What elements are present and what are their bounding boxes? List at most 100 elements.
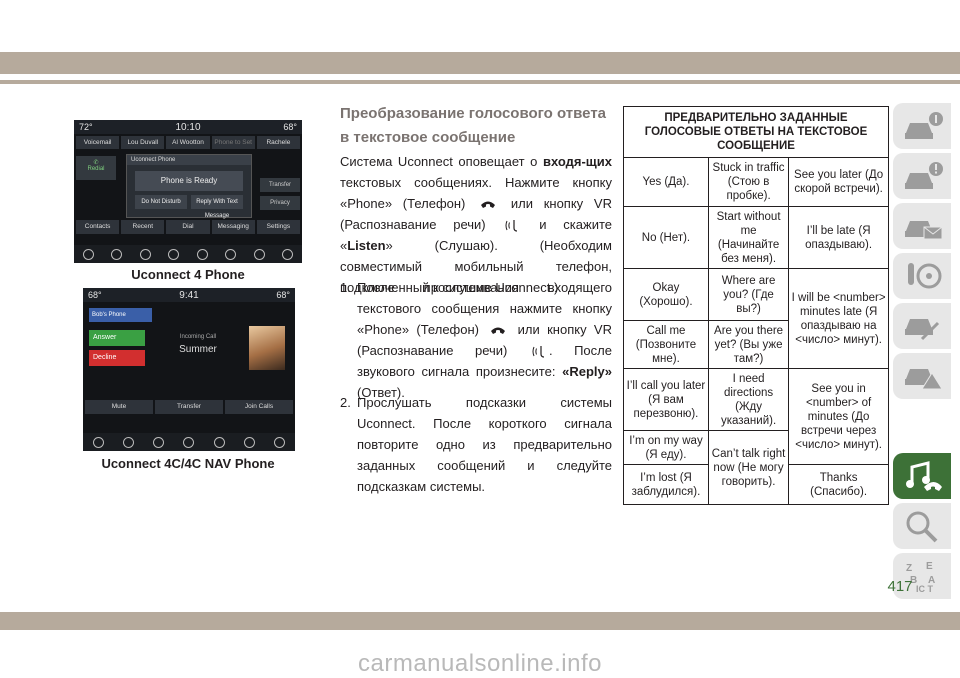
tab-tools[interactable] xyxy=(893,303,951,349)
voice-recognition-icon xyxy=(505,220,518,232)
temp-right: 68° xyxy=(283,122,297,132)
incoming-label: Incoming Call xyxy=(179,334,217,340)
tab-search[interactable] xyxy=(893,503,951,549)
join-calls-button: Join Calls xyxy=(225,400,293,414)
nav-icon xyxy=(213,436,225,448)
tab-keys[interactable] xyxy=(893,253,951,299)
popup-header: Uconnect Phone xyxy=(127,155,251,165)
header-band xyxy=(0,52,960,74)
phone-icon xyxy=(253,248,265,260)
transfer-button: Transfer xyxy=(260,178,300,192)
climate-icon xyxy=(139,248,151,260)
settings-icon xyxy=(274,436,286,448)
settings-button: Settings xyxy=(256,220,301,234)
svg-text:Z: Z xyxy=(906,563,912,574)
table-cell: Call me (Позвоните мне). xyxy=(623,320,709,369)
listen-command: Listen xyxy=(347,238,386,253)
contact-label: Bob's Phone xyxy=(89,308,152,322)
car-mail-icon xyxy=(905,221,943,240)
nav-icon xyxy=(225,248,237,260)
chip: Lou Duvall xyxy=(121,136,165,149)
step-1: 1. После прослушивания входящего текстов… xyxy=(340,277,612,403)
car-triangle-icon xyxy=(905,369,943,390)
popup-ready: Phone is Ready xyxy=(135,171,243,191)
table-cell: Where are you? (Где вы?) xyxy=(707,268,790,321)
controls-icon xyxy=(196,248,208,260)
table-cell: Start without me (Начинайте без меня). xyxy=(707,206,790,269)
table-cell: I need directions (Жду указаний). xyxy=(707,368,790,431)
dial-button: Dial xyxy=(166,220,210,234)
media-icon xyxy=(111,248,123,260)
caller-photo xyxy=(249,326,285,370)
intro-bold: входя-щих xyxy=(542,154,612,169)
radio-icon xyxy=(153,436,165,448)
header-line xyxy=(0,80,960,84)
page-number: 417 xyxy=(887,578,913,595)
phone-icon xyxy=(481,201,496,209)
car-tools-icon xyxy=(905,319,940,341)
tab-emergency[interactable] xyxy=(893,353,951,399)
privacy-button: Privacy xyxy=(260,196,300,210)
heading-line-1: Преобразование голосового ответа xyxy=(340,105,607,122)
radio-icon xyxy=(82,248,94,260)
do-not-disturb-button: Do Not Disturb xyxy=(135,195,187,209)
transfer-button: Transfer xyxy=(155,400,223,414)
table-cell: I will be <number> minutes late (Я опазд… xyxy=(788,268,889,369)
voice-recognition-icon xyxy=(532,346,544,358)
tab-multimedia[interactable] xyxy=(893,453,951,499)
menu-icons-row xyxy=(74,245,302,263)
phone-icon: ✆ xyxy=(93,160,99,166)
car-info-icon xyxy=(905,112,943,139)
tab-vehicle-info[interactable] xyxy=(893,103,951,149)
redial-label: Redial xyxy=(87,166,105,172)
redial-button: ✆ Redial xyxy=(76,156,116,180)
clock: 10:10 xyxy=(175,121,201,133)
phone-ready-popup: Uconnect Phone Phone is Ready Do Not Dis… xyxy=(126,154,252,219)
table-cell: I’m on my way (Я еду). xyxy=(623,430,709,465)
answer-button: Answer xyxy=(89,330,145,346)
caller-name: Summer xyxy=(179,344,217,355)
controls-icon xyxy=(122,436,134,448)
incoming-call-info: Incoming Call Summer xyxy=(153,328,243,368)
decline-button: Decline xyxy=(89,350,145,366)
recent-button: Recent xyxy=(121,220,165,234)
temp-right: 68° xyxy=(276,290,290,300)
media-icon xyxy=(92,436,104,448)
apps-icon xyxy=(183,436,195,448)
status-bar: 72° 10:10 68° xyxy=(74,120,302,134)
step-number: 2. xyxy=(340,395,351,410)
preset-responses-table: ПРЕДВАРИТЕЛЬНО ЗАДАННЫЕ ГОЛОСОВЫЕ ОТВЕТЫ… xyxy=(623,106,889,505)
table-cell: I’m lost (Я заблудился). xyxy=(623,464,709,505)
step-text: Прослушать подсказки системы Uconnect. П… xyxy=(357,395,612,494)
apps-icon xyxy=(168,248,180,260)
uconnect4-phone-screenshot: 72° 10:10 68° Voicemail Lou Duvall Al Wo… xyxy=(74,120,302,263)
intro-paragraph: Система Uconnect оповещает о входя-щих т… xyxy=(340,151,612,298)
tab-warning[interactable] xyxy=(893,153,951,199)
table-cell: I’ll call you later (Я вам перезвоню). xyxy=(623,368,709,431)
table-cell: See you in <number> of minutes (До встре… xyxy=(788,368,889,465)
chip: Al Wootton xyxy=(166,136,210,149)
phone-icon xyxy=(244,436,256,448)
intro-text: Система Uconnect оповещает о xyxy=(340,154,543,169)
table-cell: No (Нет). xyxy=(623,206,709,269)
table-cell: Can’t talk right now (Не могу говорить). xyxy=(707,430,790,505)
table-cell: Stuck in traffic (Стою в пробке). xyxy=(707,157,790,207)
table-cell: Are you there yet? (Вы уже там?) xyxy=(707,320,790,369)
table-cell: Thanks (Спасибо). xyxy=(788,464,889,505)
contacts-button: Contacts xyxy=(76,220,120,234)
footer-band xyxy=(0,612,960,630)
favorites-row: Voicemail Lou Duvall Al Wootton Phone to… xyxy=(76,136,301,149)
search-icon xyxy=(906,511,938,543)
chip: Voicemail xyxy=(76,136,120,149)
clock: 9:41 xyxy=(179,289,199,301)
call-buttons: Mute Transfer Join Calls xyxy=(85,400,293,414)
table-header: ПРЕДВАРИТЕЛЬНО ЗАДАННЫЕ ГОЛОСОВЫЕ ОТВЕТЫ… xyxy=(623,106,889,158)
messaging-button: Messaging xyxy=(211,220,255,234)
step-2: 2. Прослушать подсказки системы Uconnect… xyxy=(340,392,612,497)
uconnect4c-phone-screenshot: 68° 9:41 68° Bob's Phone Answer Decline … xyxy=(83,288,295,451)
menu-icons-row xyxy=(83,433,295,451)
bottom-buttons: Contacts Recent Dial Messaging Settings xyxy=(76,220,301,234)
temp-left: 68° xyxy=(88,290,102,300)
tab-mail[interactable] xyxy=(893,203,951,249)
section-heading: Преобразование голосового ответа в текст… xyxy=(340,102,610,150)
